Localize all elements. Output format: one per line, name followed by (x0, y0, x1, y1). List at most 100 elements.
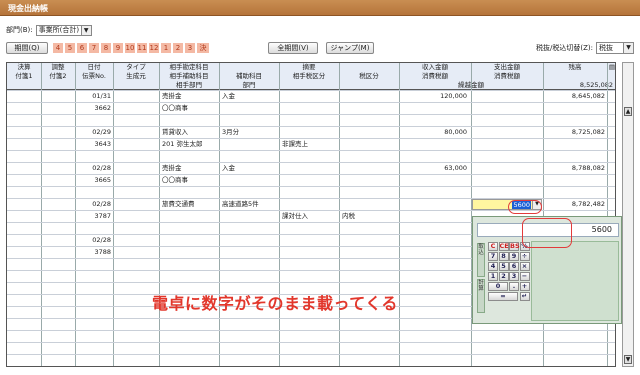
calc-key[interactable]: 5 (498, 262, 509, 271)
row-divider (7, 186, 615, 187)
cell-tax[interactable]: 非課売上 (282, 139, 338, 150)
chevron-down-icon[interactable]: ▼ (80, 25, 91, 35)
month-chip[interactable]: 12 (148, 42, 160, 54)
cell-partner[interactable]: 〇〇商事 (162, 103, 218, 114)
calc-key[interactable]: ÷ (519, 252, 530, 261)
calc-key[interactable]: 8 (498, 252, 509, 261)
month-chip[interactable]: 5 (64, 42, 76, 54)
period-button[interactable]: 期間(Q) (6, 42, 48, 54)
calc-key[interactable]: 0 (488, 282, 508, 291)
cell-account[interactable]: 売掛金 (162, 163, 218, 174)
calc-key[interactable]: = (488, 292, 518, 301)
calculator-import-tab[interactable]: 取込 (477, 243, 485, 277)
cell-denpyo[interactable]: 3643 (77, 139, 111, 150)
month-chip[interactable]: 3 (184, 42, 196, 54)
cell-tax-class[interactable] (342, 103, 398, 114)
cell-balance[interactable]: 8,645,082 (545, 91, 605, 102)
column-divider (339, 63, 340, 366)
cell-tax-class[interactable] (342, 175, 398, 186)
cell-partner[interactable] (162, 211, 218, 222)
col-sub: 補助科目 (236, 72, 262, 80)
calc-key[interactable]: 1 (488, 272, 498, 281)
calc-key[interactable]: 4 (488, 262, 498, 271)
cell-date[interactable]: 02/28 (77, 199, 111, 210)
cell-tax-class[interactable] (342, 247, 398, 258)
calc-key[interactable]: ↵ (519, 292, 530, 301)
window-title: 現金出納帳 (8, 4, 48, 13)
month-chip[interactable]: 7 (88, 42, 100, 54)
calc-key[interactable]: . (509, 282, 519, 291)
cell-memo[interactable]: 入金 (222, 91, 278, 102)
cell-income[interactable]: 63,000 (401, 163, 467, 174)
cell-partner[interactable]: 201 弥生太郎 (162, 139, 218, 150)
cell-income[interactable] (401, 235, 467, 246)
cell-date[interactable]: 02/28 (77, 163, 111, 174)
calc-key[interactable]: C (488, 242, 498, 251)
cell-memo[interactable]: 3月分 (222, 127, 278, 138)
chevron-down-icon[interactable]: ▼ (623, 43, 633, 53)
calc-key[interactable]: + (519, 282, 530, 291)
cell-balance[interactable]: 8,782,482 (545, 199, 605, 210)
cell-expense[interactable] (473, 127, 539, 138)
calc-key[interactable]: CE (498, 242, 509, 251)
cell-tax[interactable] (282, 175, 338, 186)
cell-expense[interactable] (473, 163, 539, 174)
cell-balance[interactable]: 8,788,082 (545, 163, 605, 174)
tax-select[interactable]: 税抜 ▼ (596, 42, 634, 54)
jump-button[interactable]: ジャンプ(M) (326, 42, 374, 54)
all-period-button[interactable]: 全期間(V) (268, 42, 318, 54)
cell-partner[interactable]: 〇〇商事 (162, 175, 218, 186)
cell-denpyo[interactable]: 3788 (77, 247, 111, 258)
cell-balance[interactable]: 8,725,082 (545, 127, 605, 138)
cell-partner[interactable] (162, 247, 218, 258)
calc-key[interactable]: 3 (509, 272, 519, 281)
scroll-down-icon[interactable]: ▼ (624, 355, 632, 364)
month-chip[interactable]: 1 (160, 42, 172, 54)
cell-tax-class[interactable]: 内税 (342, 211, 398, 222)
cell-account[interactable]: 賃貸収入 (162, 127, 218, 138)
col-expense-tax: 消費税額 (494, 72, 520, 80)
cell-tax-class[interactable] (342, 139, 398, 150)
cell-denpyo[interactable]: 3787 (77, 211, 111, 222)
grid-settings-icon[interactable]: ▤ (607, 63, 615, 72)
calc-key[interactable]: 7 (488, 252, 498, 261)
cell-income[interactable]: 80,000 (401, 127, 467, 138)
department-select[interactable]: 事業所(合計) ▼ (35, 24, 92, 36)
cell-tax[interactable] (282, 247, 338, 258)
calc-key[interactable]: × (519, 262, 530, 271)
col-chosei: 調整 (51, 63, 65, 71)
cell-account[interactable] (162, 235, 218, 246)
cell-date[interactable]: 01/31 (77, 91, 111, 102)
cell-denpyo[interactable]: 3662 (77, 103, 111, 114)
calc-key[interactable]: BS (509, 242, 520, 251)
cell-denpyo[interactable]: 3665 (77, 175, 111, 186)
cell-income[interactable]: 120,000 (401, 91, 467, 102)
month-chip[interactable]: 決 (196, 42, 210, 54)
cell-tax[interactable] (282, 103, 338, 114)
cell-date[interactable]: 02/28 (77, 235, 111, 246)
calc-key[interactable]: 2 (498, 272, 509, 281)
month-chip[interactable]: 4 (52, 42, 64, 54)
scroll-up-icon[interactable]: ▲ (624, 107, 632, 116)
month-chip[interactable]: 9 (112, 42, 124, 54)
calc-key[interactable]: − (519, 272, 530, 281)
calculator-compute-tab[interactable]: 計算 (477, 279, 485, 313)
cell-date[interactable]: 02/29 (77, 127, 111, 138)
calc-key[interactable]: 6 (509, 262, 519, 271)
vertical-scrollbar[interactable]: ▲ ▼ (622, 62, 634, 367)
month-chip[interactable]: 8 (100, 42, 112, 54)
month-chip[interactable]: 11 (136, 42, 148, 54)
cell-income[interactable] (401, 199, 467, 210)
month-chip[interactable]: 6 (76, 42, 88, 54)
cell-account[interactable]: 旅費交通費 (162, 199, 218, 210)
cell-memo[interactable]: 高速道路5件 (222, 199, 278, 210)
cell-memo[interactable]: 入金 (222, 163, 278, 174)
calc-key[interactable]: 9 (509, 252, 519, 261)
cell-account[interactable]: 売掛金 (162, 91, 218, 102)
cell-memo[interactable] (222, 235, 278, 246)
month-chip[interactable]: 2 (172, 42, 184, 54)
cell-tax[interactable]: 課対仕入 (282, 211, 338, 222)
month-chip[interactable]: 10 (124, 42, 136, 54)
tax-toggle-label: 税抜/税込切替(Z): (536, 44, 593, 52)
cell-expense[interactable] (473, 91, 539, 102)
